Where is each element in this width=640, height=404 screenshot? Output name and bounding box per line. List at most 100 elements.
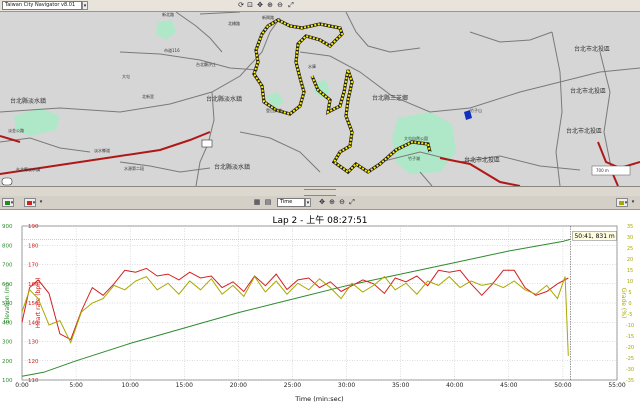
map-source-dropdown-button[interactable]: ▾ (82, 1, 88, 10)
map-label: 淡金公路 (8, 128, 24, 133)
map-label: 台北縣淡水鎮 (214, 164, 251, 171)
refresh-icon[interactable]: ⟳ (237, 1, 245, 9)
grade-tick-label: 5 (628, 290, 631, 296)
grade-tick-label: 30 (627, 235, 633, 241)
color-olive-select[interactable]: ▾ (616, 198, 628, 207)
map-label: 台北縣淡水鎮 (10, 98, 47, 105)
map-label: 大屯自然公園 (404, 136, 428, 141)
x-axis-mode-select[interactable]: Time (277, 198, 305, 207)
heart-rate-tick-label: 170 (28, 263, 39, 269)
x-tick-label: 10:00 (122, 382, 139, 389)
zoom-out-icon[interactable]: ⊖ (338, 198, 346, 206)
elevation-tick-label: 200 (2, 359, 13, 365)
pan-icon[interactable]: ✥ (318, 198, 326, 206)
map-canvas (0, 12, 640, 186)
x-tick-label: 25:00 (284, 382, 301, 389)
elevation-axis-label: Elevation (m) (4, 283, 11, 323)
chart-toolbar: ▾ ▾ ▾ ▦ ▤ Time ▾ ✥ ⊕ ⊖ ⤢ ▾ ▾ (0, 196, 640, 210)
zoom-in-icon[interactable]: ⊕ (328, 198, 336, 206)
map-label: 登山步道 (266, 108, 282, 113)
x-tick-label: 40:00 (446, 382, 463, 389)
map-label: 北新里 (142, 94, 154, 99)
grade-tick-label: -30 (626, 367, 634, 373)
cursor-readout: 50:41, 831 m (574, 233, 614, 240)
chevron-down-icon: ▾ (32, 200, 36, 206)
pan-icon[interactable]: ✥ (256, 1, 264, 9)
grade-tick-label: 10 (627, 279, 633, 285)
chevron-down-icon[interactable]: ▾ (38, 198, 44, 206)
elevation-tick-label: 800 (2, 243, 13, 249)
elevation-tick-label: 300 (2, 340, 13, 346)
color-green-select[interactable]: ▾ (2, 198, 14, 207)
grade-tick-label: 15 (627, 268, 633, 274)
map-label: 台北縣淡水鎮 (206, 96, 243, 103)
x-tick-label: 35:00 (392, 382, 409, 389)
heart-rate-tick-label: 130 (28, 340, 39, 346)
x-tick-label: 55:00 (608, 382, 625, 389)
map-label: 竹子湖 (408, 156, 420, 161)
map-label: 淡水鄉道 (94, 148, 110, 153)
heart-rate-tick-label: 180 (28, 243, 39, 249)
grade-tick-label: -10 (626, 323, 634, 329)
map-label: 台北縣三芝鄉 (372, 95, 409, 102)
grade-axis-label: Grade (%) (620, 288, 627, 319)
map-label: 水源第二段 (124, 166, 144, 171)
chevron-down-icon[interactable]: ▾ (630, 198, 636, 206)
route-shield (201, 139, 213, 148)
x-tick-label: 20:00 (230, 382, 247, 389)
chevron-down-icon: ▾ (83, 3, 87, 9)
fit-icon[interactable]: ⤢ (348, 198, 356, 206)
zoom-out-icon[interactable]: ⊖ (276, 1, 284, 9)
map-label: 竹子山 (470, 108, 482, 113)
map-source-label: Taiwan City Navigator v8.01 (5, 2, 76, 8)
grade-tick-label: -5 (628, 312, 633, 318)
elevation-tick-label: 900 (2, 224, 13, 230)
chevron-down-icon: ▾ (624, 200, 628, 206)
heart-rate-tick-label: 110 (28, 378, 39, 384)
grade-tick-label: -20 (626, 345, 634, 351)
map-label: 市道116 (164, 48, 180, 53)
map-label: 台北市北投區 (570, 88, 607, 95)
map-source-select[interactable]: Taiwan City Navigator v8.01 (2, 1, 82, 10)
splitter-grip (304, 189, 336, 196)
grade-tick-label: 25 (627, 246, 633, 252)
grade-tick-label: 35 (627, 224, 633, 230)
chart-view-icon[interactable]: ▦ (253, 198, 261, 206)
x-tick-label: 45:00 (500, 382, 517, 389)
map-label: 台北市北投區 (574, 46, 611, 53)
chevron-down-icon: ▾ (306, 200, 310, 206)
zoom-area-icon[interactable]: ⊡ (246, 1, 254, 9)
x-tick-label: 15:00 (176, 382, 193, 389)
zoom-in-icon[interactable]: ⊕ (266, 1, 274, 9)
fit-icon[interactable]: ⤢ (287, 1, 295, 9)
map-view[interactable]: 新興路 北橋路 新北路 市道116 台北縣汐止 台北縣淡水鎮 北新里 台北縣淡水… (0, 12, 640, 186)
map-label: 台北縣汐止 (196, 62, 216, 67)
grade-tick-label: -35 (626, 378, 634, 384)
grade-tick-label: -25 (626, 356, 634, 362)
top-toolbar: Taiwan City Navigator v8.01 ▾ ⟳ ⊡ ✥ ⊕ ⊖ … (0, 0, 640, 12)
x-tick-label: 0:00 (15, 382, 29, 389)
x-axis-mode-dropdown[interactable]: ▾ (305, 198, 311, 207)
x-axis-label: Time (min:sec) (294, 395, 343, 403)
map-label: 水庫 (308, 64, 316, 69)
route-shield (1, 177, 13, 186)
chart-pane[interactable]: Lap 2 - 上午 08:27:51 0:00 5:00 10:00 15:00 20… (0, 210, 640, 404)
park-area (156, 20, 176, 40)
map-label: 新北路 (162, 12, 174, 17)
heart-rate-tick-label: 190 (28, 224, 39, 230)
map-label: 台北市北投區 (464, 157, 501, 164)
color-red-select[interactable]: ▾ (24, 198, 36, 207)
heart-rate-axis-label: Heart rate (bpm) (35, 278, 42, 329)
heart-rate-tick-label: 120 (28, 359, 39, 365)
scale-label: 700 m (596, 168, 609, 173)
chevron-down-icon: ▾ (10, 200, 14, 206)
map-label: 北橋路 (228, 21, 240, 26)
grade-tick-label: -15 (626, 334, 634, 340)
x-tick-label: 5:00 (69, 382, 83, 389)
map-label: 台北市北投區 (566, 128, 603, 135)
map-label: 新興路 (262, 15, 274, 20)
elevation-tick-label: 100 (2, 378, 13, 384)
chart-settings-icon[interactable]: ▤ (264, 198, 272, 206)
x-tick-label: 50:00 (554, 382, 571, 389)
x-tick-label: 30:00 (338, 382, 355, 389)
